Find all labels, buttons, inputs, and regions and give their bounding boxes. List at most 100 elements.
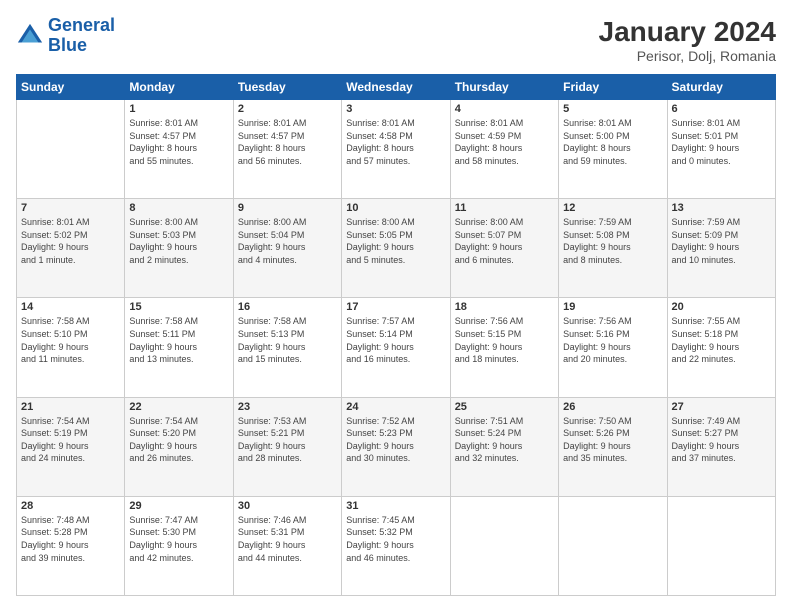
calendar-day-cell: 3 Sunrise: 8:01 AM Sunset: 4:58 PM Daylig… xyxy=(342,100,450,199)
day-info: Sunrise: 7:45 AM Sunset: 5:32 PM Dayligh… xyxy=(346,514,445,564)
day-number: 30 xyxy=(238,500,337,512)
day-number: 31 xyxy=(346,500,445,512)
header: General Blue January 2024 Perisor, Dolj,… xyxy=(16,16,776,64)
day-number: 7 xyxy=(21,202,120,214)
day-number: 1 xyxy=(129,103,228,115)
calendar-day-cell: 18 Sunrise: 7:56 AM Sunset: 5:15 PM Dayli… xyxy=(450,298,558,397)
calendar-day-cell: 28Sunrise: 7:48 AM Sunset: 5:28 PM Dayli… xyxy=(17,496,125,595)
calendar-day-cell: 10Sunrise: 8:00 AM Sunset: 5:05 PM Dayli… xyxy=(342,199,450,298)
day-number: 25 xyxy=(455,401,554,413)
day-number: 14 xyxy=(21,301,120,313)
calendar-day-cell: 24 Sunrise: 7:52 AM Sunset: 5:23 PM Dayli… xyxy=(342,397,450,496)
day-number: 20 xyxy=(672,301,771,313)
day-number: 15 xyxy=(129,301,228,313)
calendar-table: SundayMondayTuesdayWednesdayThursdayFrid… xyxy=(16,74,776,596)
day-info: Sunrise: 7:59 AM Sunset: 5:09 PM Dayligh… xyxy=(672,216,771,266)
day-info: Sunrise: 7:58 AM Sunset: 5:11 PM Dayligh… xyxy=(129,315,228,365)
calendar-day-cell xyxy=(667,496,775,595)
calendar-day-cell: 30 Sunrise: 7:46 AM Sunset: 5:31 PM Dayli… xyxy=(233,496,341,595)
day-info: Sunrise: 8:01 AM Sunset: 5:02 PM Dayligh… xyxy=(21,216,120,266)
day-number: 21 xyxy=(21,401,120,413)
day-info: Sunrise: 8:01 AM Sunset: 4:57 PM Dayligh… xyxy=(129,117,228,167)
day-number: 23 xyxy=(238,401,337,413)
calendar-day-cell: 31 Sunrise: 7:45 AM Sunset: 5:32 PM Dayli… xyxy=(342,496,450,595)
calendar-day-cell: 16Sunrise: 7:58 AM Sunset: 5:13 PM Dayli… xyxy=(233,298,341,397)
calendar-week-row: 7 Sunrise: 8:01 AM Sunset: 5:02 PM Daylig… xyxy=(17,199,776,298)
logo-text: General Blue xyxy=(48,16,115,56)
calendar-day-cell: 21 Sunrise: 7:54 AM Sunset: 5:19 PM Dayli… xyxy=(17,397,125,496)
day-number: 10 xyxy=(346,202,445,214)
calendar-day-cell: 6Sunrise: 8:01 AM Sunset: 5:01 PM Daylig… xyxy=(667,100,775,199)
day-number: 19 xyxy=(563,301,662,313)
calendar-header-row: SundayMondayTuesdayWednesdayThursdayFrid… xyxy=(17,75,776,100)
calendar-day-cell: 11 Sunrise: 8:00 AM Sunset: 5:07 PM Dayli… xyxy=(450,199,558,298)
day-number: 3 xyxy=(346,103,445,115)
calendar-day-cell: 19 Sunrise: 7:56 AM Sunset: 5:16 PM Dayli… xyxy=(559,298,667,397)
calendar-header-cell: Sunday xyxy=(17,75,125,100)
day-info: Sunrise: 7:59 AM Sunset: 5:08 PM Dayligh… xyxy=(563,216,662,266)
day-number: 11 xyxy=(455,202,554,214)
calendar-day-cell: 13 Sunrise: 7:59 AM Sunset: 5:09 PM Dayli… xyxy=(667,199,775,298)
day-info: Sunrise: 7:50 AM Sunset: 5:26 PM Dayligh… xyxy=(563,415,662,465)
logo-line1: General xyxy=(48,15,115,35)
calendar-week-row: 1 Sunrise: 8:01 AM Sunset: 4:57 PM Daylig… xyxy=(17,100,776,199)
title-block: January 2024 Perisor, Dolj, Romania xyxy=(599,16,776,64)
day-number: 27 xyxy=(672,401,771,413)
calendar-day-cell: 2 Sunrise: 8:01 AM Sunset: 4:57 PM Daylig… xyxy=(233,100,341,199)
day-number: 18 xyxy=(455,301,554,313)
calendar-day-cell: 14 Sunrise: 7:58 AM Sunset: 5:10 PM Dayli… xyxy=(17,298,125,397)
calendar-day-cell xyxy=(559,496,667,595)
day-info: Sunrise: 8:00 AM Sunset: 5:04 PM Dayligh… xyxy=(238,216,337,266)
calendar-week-row: 28Sunrise: 7:48 AM Sunset: 5:28 PM Dayli… xyxy=(17,496,776,595)
calendar-day-cell: 1 Sunrise: 8:01 AM Sunset: 4:57 PM Daylig… xyxy=(125,100,233,199)
day-number: 12 xyxy=(563,202,662,214)
day-info: Sunrise: 7:57 AM Sunset: 5:14 PM Dayligh… xyxy=(346,315,445,365)
day-info: Sunrise: 8:01 AM Sunset: 4:57 PM Dayligh… xyxy=(238,117,337,167)
calendar-day-cell: 23 Sunrise: 7:53 AM Sunset: 5:21 PM Dayli… xyxy=(233,397,341,496)
day-number: 24 xyxy=(346,401,445,413)
day-info: Sunrise: 7:56 AM Sunset: 5:16 PM Dayligh… xyxy=(563,315,662,365)
calendar-day-cell: 20 Sunrise: 7:55 AM Sunset: 5:18 PM Dayli… xyxy=(667,298,775,397)
day-number: 22 xyxy=(129,401,228,413)
calendar-day-cell: 4Sunrise: 8:01 AM Sunset: 4:59 PM Daylig… xyxy=(450,100,558,199)
calendar-day-cell xyxy=(17,100,125,199)
day-info: Sunrise: 8:01 AM Sunset: 4:58 PM Dayligh… xyxy=(346,117,445,167)
day-info: Sunrise: 7:51 AM Sunset: 5:24 PM Dayligh… xyxy=(455,415,554,465)
calendar-header-cell: Friday xyxy=(559,75,667,100)
day-info: Sunrise: 7:52 AM Sunset: 5:23 PM Dayligh… xyxy=(346,415,445,465)
day-info: Sunrise: 8:01 AM Sunset: 4:59 PM Dayligh… xyxy=(455,117,554,167)
day-info: Sunrise: 7:58 AM Sunset: 5:10 PM Dayligh… xyxy=(21,315,120,365)
day-info: Sunrise: 7:48 AM Sunset: 5:28 PM Dayligh… xyxy=(21,514,120,564)
day-number: 5 xyxy=(563,103,662,115)
day-info: Sunrise: 7:58 AM Sunset: 5:13 PM Dayligh… xyxy=(238,315,337,365)
calendar-day-cell: 25 Sunrise: 7:51 AM Sunset: 5:24 PM Dayli… xyxy=(450,397,558,496)
day-number: 29 xyxy=(129,500,228,512)
day-info: Sunrise: 8:00 AM Sunset: 5:03 PM Dayligh… xyxy=(129,216,228,266)
day-number: 8 xyxy=(129,202,228,214)
day-info: Sunrise: 7:47 AM Sunset: 5:30 PM Dayligh… xyxy=(129,514,228,564)
day-info: Sunrise: 7:49 AM Sunset: 5:27 PM Dayligh… xyxy=(672,415,771,465)
day-info: Sunrise: 8:00 AM Sunset: 5:07 PM Dayligh… xyxy=(455,216,554,266)
calendar-day-cell xyxy=(450,496,558,595)
page: General Blue January 2024 Perisor, Dolj,… xyxy=(0,0,792,612)
calendar-day-cell: 26 Sunrise: 7:50 AM Sunset: 5:26 PM Dayli… xyxy=(559,397,667,496)
day-number: 26 xyxy=(563,401,662,413)
day-number: 2 xyxy=(238,103,337,115)
day-info: Sunrise: 7:46 AM Sunset: 5:31 PM Dayligh… xyxy=(238,514,337,564)
calendar-header-cell: Tuesday xyxy=(233,75,341,100)
calendar-week-row: 14 Sunrise: 7:58 AM Sunset: 5:10 PM Dayli… xyxy=(17,298,776,397)
day-info: Sunrise: 7:54 AM Sunset: 5:19 PM Dayligh… xyxy=(21,415,120,465)
calendar-day-cell: 5Sunrise: 8:01 AM Sunset: 5:00 PM Daylig… xyxy=(559,100,667,199)
day-info: Sunrise: 7:55 AM Sunset: 5:18 PM Dayligh… xyxy=(672,315,771,365)
day-info: Sunrise: 7:53 AM Sunset: 5:21 PM Dayligh… xyxy=(238,415,337,465)
logo-icon xyxy=(16,22,44,50)
calendar-header-cell: Monday xyxy=(125,75,233,100)
calendar-day-cell: 7 Sunrise: 8:01 AM Sunset: 5:02 PM Daylig… xyxy=(17,199,125,298)
day-number: 13 xyxy=(672,202,771,214)
day-number: 17 xyxy=(346,301,445,313)
day-info: Sunrise: 7:56 AM Sunset: 5:15 PM Dayligh… xyxy=(455,315,554,365)
calendar-day-cell: 12 Sunrise: 7:59 AM Sunset: 5:08 PM Dayli… xyxy=(559,199,667,298)
calendar-day-cell: 17 Sunrise: 7:57 AM Sunset: 5:14 PM Dayli… xyxy=(342,298,450,397)
calendar-day-cell: 8 Sunrise: 8:00 AM Sunset: 5:03 PM Daylig… xyxy=(125,199,233,298)
calendar-week-row: 21 Sunrise: 7:54 AM Sunset: 5:19 PM Dayli… xyxy=(17,397,776,496)
